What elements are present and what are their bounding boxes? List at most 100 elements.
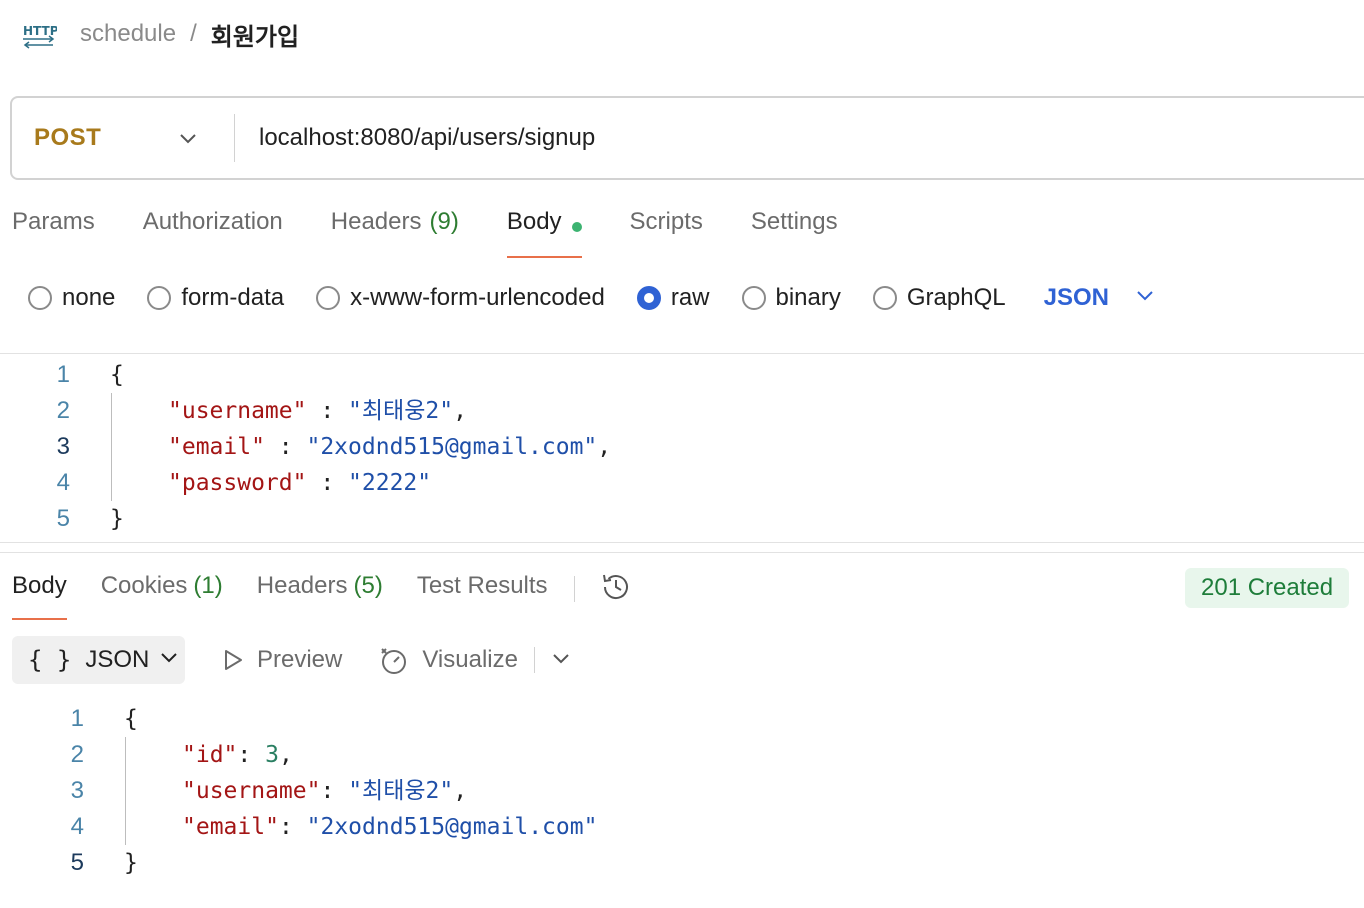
url-bar: POST	[10, 96, 1364, 180]
json-punct: :	[320, 778, 349, 804]
tab-settings[interactable]: Settings	[751, 204, 838, 258]
json-punct: :	[278, 814, 307, 840]
line-number: 2	[56, 397, 70, 424]
radio-checked-icon	[636, 286, 661, 310]
divider	[0, 542, 1364, 543]
json-key: "email"	[168, 434, 265, 460]
method-select[interactable]: POST	[12, 98, 234, 178]
response-tab-headers[interactable]: Headers (5)	[257, 566, 383, 620]
line-number: 3	[56, 433, 70, 460]
radio-none[interactable]: none	[28, 284, 115, 312]
radio-form-data[interactable]: form-data	[147, 284, 284, 312]
indent-guide	[111, 393, 112, 501]
line-number: 1	[56, 361, 70, 388]
json-punct: ,	[453, 778, 468, 804]
radio-circle-icon	[316, 286, 341, 310]
radio-circle-icon	[147, 286, 172, 310]
line-number: 4	[56, 469, 70, 496]
tab-label: Headers	[256, 572, 348, 599]
line-number: 5	[70, 849, 84, 876]
code-line: "password" : "2222"	[168, 465, 431, 501]
radio-circle-icon	[28, 286, 52, 310]
tab-label: Scripts	[629, 208, 703, 235]
response-format-select[interactable]: { } JSON	[12, 636, 185, 684]
json-braces-icon: { }	[28, 646, 72, 674]
code-line: "email": "2xodnd515@gmail.com"	[182, 809, 597, 845]
code-line: "username" : "최태웅2",	[168, 393, 467, 429]
tab-label: Params	[12, 208, 95, 235]
json-punct: ,	[597, 434, 612, 460]
json-punct: :	[264, 434, 307, 460]
body-format-select[interactable]: JSON	[1044, 284, 1155, 312]
radio-label: raw	[670, 284, 710, 311]
json-punct: :	[306, 398, 349, 424]
request-name[interactable]: 회원가입	[211, 17, 299, 52]
tab-label: Body	[12, 572, 67, 599]
radio-circle-icon	[741, 286, 766, 310]
divider	[0, 353, 1364, 354]
url-input[interactable]	[259, 124, 1159, 152]
radio-label: none	[62, 284, 116, 311]
json-string: "최태웅2"	[348, 398, 454, 424]
json-string: "2xodnd515@gmail.com"	[306, 814, 598, 840]
tab-headers[interactable]: Headers (9)	[331, 204, 459, 258]
status-badge[interactable]: 201 Created	[1185, 568, 1350, 608]
chevron-down-icon[interactable]	[551, 648, 571, 673]
json-key: "email"	[182, 814, 279, 840]
body-type-radio-group: none form-data x-www-form-urlencoded raw…	[28, 278, 1155, 318]
json-string: "최태웅2"	[348, 778, 454, 804]
radio-raw[interactable]: raw	[636, 284, 710, 312]
tab-label: Headers	[330, 208, 422, 235]
code-line: }	[110, 506, 124, 532]
play-icon	[225, 650, 242, 670]
visualize-icon	[381, 648, 407, 674]
radio-x-www-form-urlencoded[interactable]: x-www-form-urlencoded	[316, 284, 605, 312]
history-icon[interactable]	[599, 570, 633, 609]
json-string: "2222"	[348, 470, 432, 496]
indent-guide	[125, 737, 126, 845]
json-punct: ,	[278, 742, 293, 768]
code-line: {	[124, 706, 138, 732]
preview-button[interactable]: Preview	[221, 646, 342, 674]
line-number: 4	[70, 813, 84, 840]
json-punct: :	[306, 470, 349, 496]
json-punct: :	[237, 742, 266, 768]
radio-graphql[interactable]: GraphQL	[872, 284, 1006, 312]
request-body-editor[interactable]: 1 2 3 4 5 { "username" : "최태웅2", "email"…	[0, 357, 1364, 537]
tab-count: (9)	[429, 208, 459, 235]
preview-label: Preview	[257, 646, 343, 673]
response-tabs: Body Cookies (1) Headers (5) Test Results	[12, 566, 633, 620]
divider	[573, 576, 575, 602]
line-number: 1	[70, 705, 84, 732]
code-line: "email" : "2xodnd515@gmail.com",	[168, 429, 611, 465]
svg-text:HTTP: HTTP	[23, 24, 57, 38]
visualize-label: Visualize	[422, 646, 518, 673]
code-line: "id": 3,	[182, 737, 293, 773]
line-number: 3	[70, 777, 84, 804]
json-key: "id"	[182, 742, 238, 768]
json-number: 3	[265, 742, 279, 768]
code-line: }	[124, 850, 138, 876]
tab-body[interactable]: Body	[506, 204, 582, 258]
response-tab-body[interactable]: Body	[12, 566, 67, 620]
http-icon: HTTP	[20, 16, 58, 52]
response-tab-cookies[interactable]: Cookies (1)	[101, 566, 223, 620]
radio-label: form-data	[181, 284, 285, 311]
response-tab-test-results[interactable]: Test Results	[417, 566, 548, 620]
radio-label: binary	[775, 284, 841, 311]
chevron-down-icon	[178, 128, 198, 153]
tab-authorization[interactable]: Authorization	[143, 204, 283, 258]
tab-label: Cookies	[100, 572, 188, 599]
visualize-button[interactable]: Visualize	[378, 644, 518, 676]
json-key: "username"	[182, 778, 321, 804]
divider	[533, 647, 535, 673]
code-line: {	[110, 362, 124, 388]
response-toolbar: { } JSON Preview Visualize	[12, 636, 571, 684]
tab-scripts[interactable]: Scripts	[630, 204, 703, 258]
tab-params[interactable]: Params	[12, 204, 95, 258]
divider	[234, 114, 235, 162]
breadcrumb-collection[interactable]: schedule	[80, 20, 176, 48]
response-body-viewer[interactable]: 1 2 3 4 5 { "id": 3, "username": "최태웅2",…	[0, 701, 1364, 881]
json-string: "2xodnd515@gmail.com"	[306, 434, 598, 460]
radio-binary[interactable]: binary	[741, 284, 841, 312]
